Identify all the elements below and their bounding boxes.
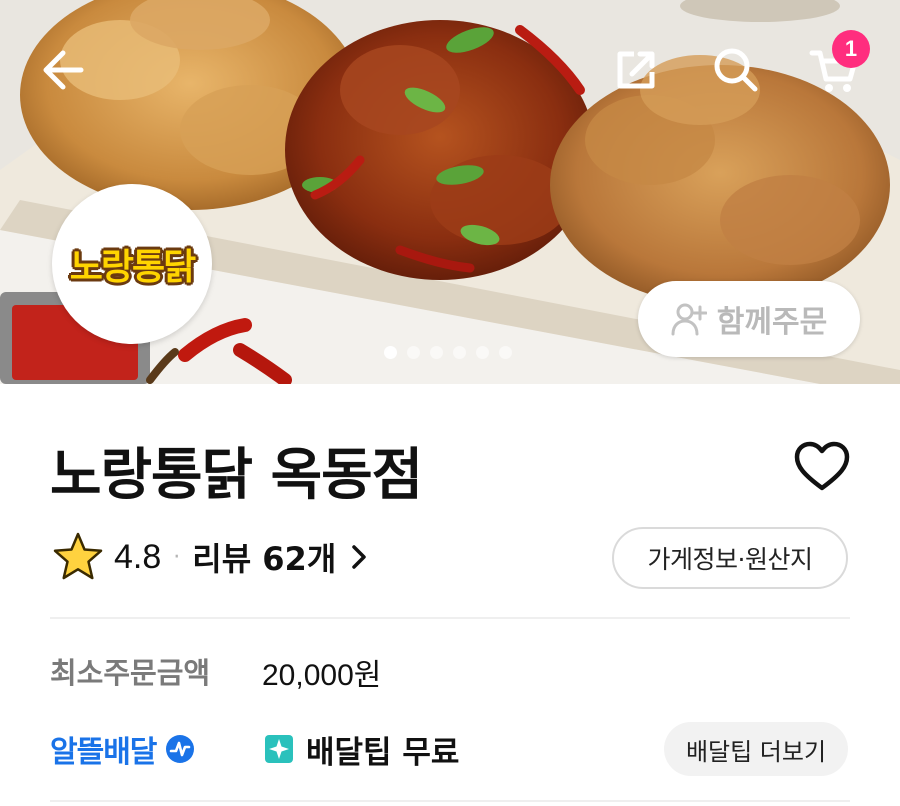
carousel-dot[interactable]	[453, 346, 466, 359]
back-arrow-icon	[43, 50, 84, 90]
min-order-value: 20,000원	[262, 659, 382, 692]
divider	[50, 617, 850, 619]
carousel-dot[interactable]	[384, 346, 397, 359]
sparkle-icon	[265, 735, 293, 763]
rating-review-link[interactable]: 4.8 · 리뷰 62개	[52, 532, 368, 582]
group-order-button[interactable]: 함께주문	[638, 281, 860, 357]
store-logo: 노랑통닭	[52, 184, 212, 344]
share-button[interactable]	[606, 40, 666, 100]
carousel-dot[interactable]	[476, 346, 489, 359]
cart-button[interactable]: 1	[804, 30, 870, 100]
favorite-button[interactable]	[793, 438, 851, 496]
back-button[interactable]	[34, 40, 94, 100]
rating-separator: ·	[173, 544, 181, 570]
delivery-tip-free: 배달팁 무료	[264, 724, 459, 774]
divider	[50, 800, 850, 802]
rating-value: 4.8	[114, 537, 162, 576]
carousel-dot[interactable]	[499, 346, 512, 359]
delivery-tip-more-label: 배달팁 더보기	[685, 737, 827, 766]
store-name: 노랑통닭 옥동점	[50, 443, 423, 508]
alttle-delivery[interactable]: 알뜰배달	[50, 724, 196, 774]
cart-count-badge: 1	[832, 30, 870, 68]
store-logo-text: 노랑통닭	[69, 247, 196, 288]
alttle-delivery-icon	[166, 735, 195, 763]
carousel-dot[interactable]	[430, 346, 443, 359]
share-icon	[617, 51, 655, 89]
delivery-tip-more-button[interactable]: 배달팁 더보기	[664, 722, 848, 776]
store-info-label: 가게정보·원산지	[647, 545, 813, 574]
carousel-dot[interactable]	[407, 346, 420, 359]
hero-image[interactable]: 1 노랑통닭 함께주문	[0, 0, 900, 384]
carousel-indicator	[384, 346, 512, 359]
chevron-right-icon	[352, 545, 367, 569]
heart-icon	[794, 441, 850, 491]
review-count: 리뷰 62개	[192, 540, 337, 578]
min-order-label: 최소주문금액	[50, 656, 211, 690]
group-order-label: 함께주문	[716, 305, 828, 340]
store-info-button[interactable]: 가게정보·원산지	[612, 527, 848, 589]
person-add-icon	[671, 303, 707, 336]
search-icon	[714, 48, 758, 92]
delivery-tip-free-label: 배달팁 무료	[306, 734, 460, 771]
star-icon	[53, 532, 103, 580]
alttle-delivery-label: 알뜰배달	[50, 735, 157, 770]
search-button[interactable]	[706, 40, 766, 100]
